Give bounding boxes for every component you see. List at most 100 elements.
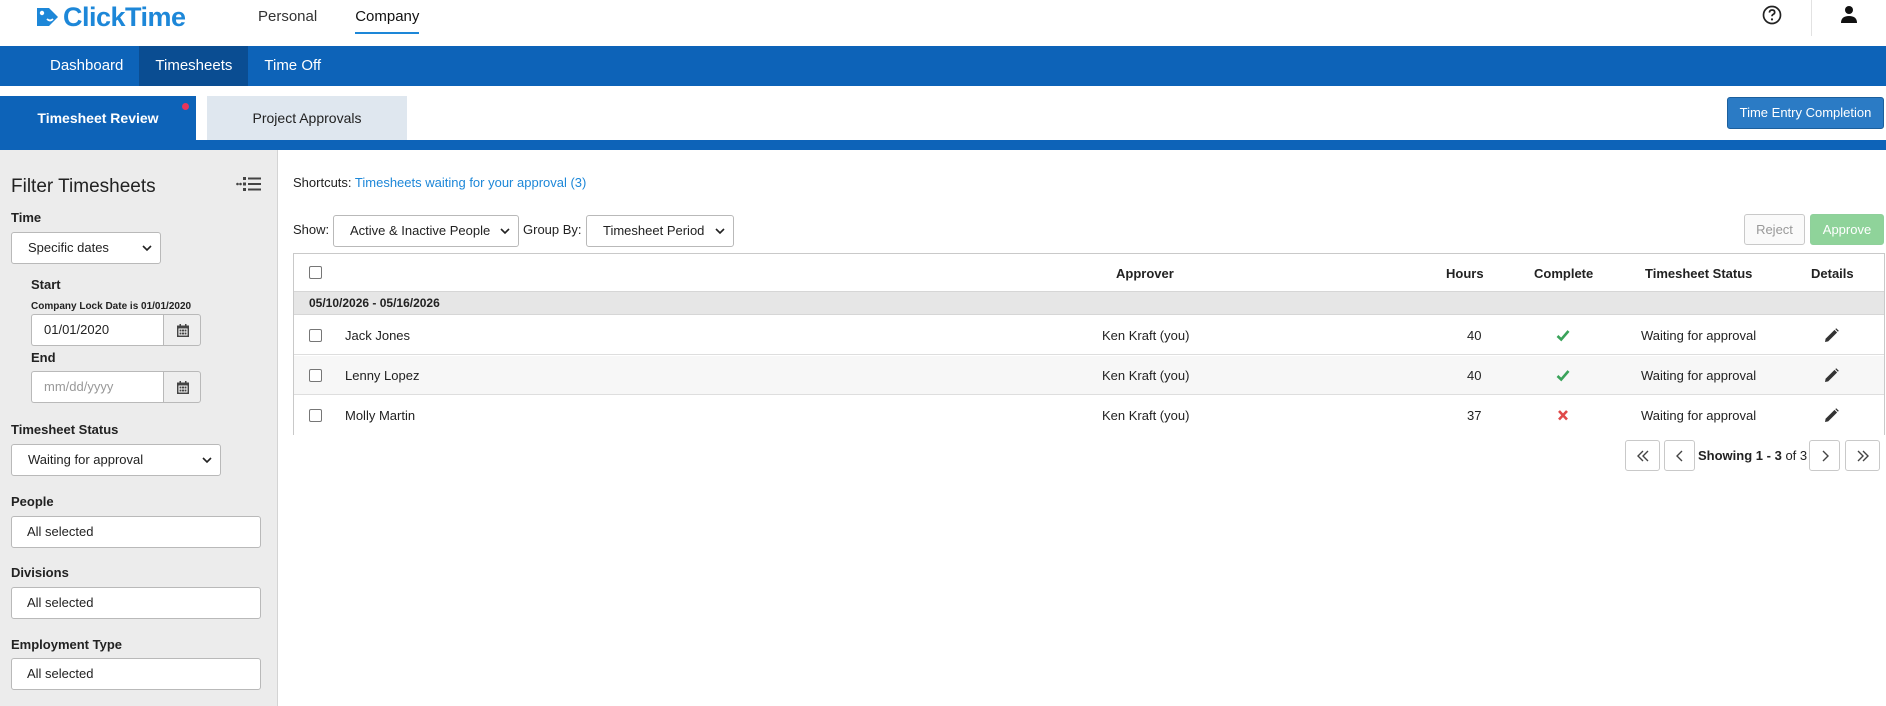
group-by-select-value: Timesheet Period — [603, 223, 705, 238]
col-details: Details — [1811, 266, 1854, 281]
lock-date-note: Company Lock Date is 01/01/2020 — [31, 301, 192, 312]
table-row: Jack Jones Ken Kraft (you) 40 Waiting fo… — [294, 316, 1884, 355]
pencil-icon[interactable] — [1824, 328, 1839, 343]
shortcuts: Shortcuts: Timesheets waiting for your a… — [293, 175, 586, 190]
filter-sidebar: Filter Timesheets Time Specific dates St… — [0, 150, 278, 706]
row-hours: 37 — [1467, 408, 1482, 423]
clicktime-logo[interactable]: ClickTime — [34, 2, 186, 32]
timesheet-status-label: Timesheet Status — [11, 422, 119, 437]
double-chevron-left-icon — [1637, 450, 1649, 462]
pagination-summary: Showing 1 - 3 of 3 — [1698, 448, 1807, 463]
group-by-select[interactable]: Timesheet Period — [586, 215, 734, 247]
row-approver: Ken Kraft (you) — [1102, 408, 1190, 423]
show-select[interactable]: Active & Inactive People — [333, 215, 519, 247]
period-group-label: 05/10/2026 - 05/16/2026 — [309, 296, 440, 310]
col-complete[interactable]: Complete — [1534, 266, 1593, 281]
top-nav: Personal Company — [258, 0, 457, 46]
start-date-input[interactable]: 01/01/2020 — [31, 314, 163, 346]
calendar-icon — [177, 324, 189, 337]
row-approver: Ken Kraft (you) — [1102, 368, 1190, 383]
nav-timesheets[interactable]: Timesheets — [139, 46, 249, 86]
tab-project-approvals[interactable]: Project Approvals — [207, 96, 407, 140]
top-header: ClickTime Personal Company — [0, 0, 1886, 46]
tab-timesheet-review[interactable]: Timesheet Review — [0, 96, 196, 140]
time-label: Time — [11, 210, 42, 225]
row-checkbox[interactable] — [309, 329, 322, 342]
user-icon[interactable] — [1840, 5, 1858, 24]
end-calendar-button[interactable] — [163, 371, 201, 403]
col-hours[interactable]: Hours — [1446, 266, 1484, 281]
logo-tag-icon — [34, 5, 60, 29]
row-hours: 40 — [1467, 368, 1482, 383]
table-header: Approver Hours Complete Timesheet Status… — [294, 254, 1884, 292]
reject-button[interactable]: Reject — [1744, 214, 1805, 245]
first-page-button[interactable] — [1625, 440, 1660, 471]
show-label: Show: — [293, 222, 330, 237]
row-person-name[interactable]: Lenny Lopez — [345, 368, 419, 383]
question-circle-icon[interactable] — [1762, 5, 1782, 25]
nav-dashboard[interactable]: Dashboard — [34, 46, 139, 86]
chevron-down-icon — [500, 228, 510, 235]
sub-tabs: Timesheet Review Project Approvals Time … — [0, 86, 1886, 140]
timesheet-table: Approver Hours Complete Timesheet Status… — [293, 253, 1885, 435]
col-timesheet-status[interactable]: Timesheet Status — [1645, 266, 1752, 281]
row-checkbox[interactable] — [309, 369, 322, 382]
time-select-value: Specific dates — [28, 240, 109, 255]
row-person-name[interactable]: Jack Jones — [345, 328, 410, 343]
start-calendar-button[interactable] — [163, 314, 201, 346]
time-select[interactable]: Specific dates — [11, 232, 161, 264]
end-label: End — [31, 350, 56, 365]
nav-time-off[interactable]: Time Off — [248, 46, 337, 86]
shortcut-waiting-approval-link[interactable]: Timesheets waiting for your approval (3) — [355, 175, 586, 190]
double-chevron-right-icon — [1857, 450, 1869, 462]
tab-underline-strip — [0, 140, 1886, 150]
pencil-icon[interactable] — [1824, 408, 1839, 423]
row-timesheet-status: Waiting for approval — [1641, 328, 1757, 343]
row-person-name[interactable]: Molly Martin — [345, 408, 415, 423]
calendar-icon — [177, 381, 189, 394]
table-row: Molly Martin Ken Kraft (you) 37 Waiting … — [294, 396, 1884, 435]
logo-text: ClickTime — [63, 1, 186, 32]
people-label: People — [11, 494, 54, 509]
row-timesheet-status: Waiting for approval — [1641, 368, 1757, 383]
tab-timesheet-review-label: Timesheet Review — [37, 110, 159, 126]
divisions-multiselect[interactable]: All selected — [11, 587, 261, 619]
period-group-row: 05/10/2026 - 05/16/2026 — [294, 292, 1884, 315]
timesheet-status-select[interactable]: Waiting for approval — [11, 444, 221, 476]
check-icon — [1556, 370, 1570, 382]
row-checkbox[interactable] — [309, 409, 322, 422]
approve-button[interactable]: Approve — [1810, 214, 1884, 245]
notification-dot — [182, 103, 189, 110]
pencil-icon[interactable] — [1824, 368, 1839, 383]
chevron-left-icon — [1676, 450, 1683, 462]
top-nav-company[interactable]: Company — [355, 0, 420, 34]
people-multiselect[interactable]: All selected — [11, 516, 261, 548]
main-nav: Dashboard Timesheets Time Off — [0, 46, 1886, 86]
next-page-button[interactable] — [1809, 440, 1840, 471]
chevron-right-icon — [1822, 450, 1829, 462]
chevron-down-icon — [202, 457, 212, 464]
collapse-list-icon[interactable] — [236, 176, 261, 192]
row-timesheet-status: Waiting for approval — [1641, 408, 1757, 423]
employment-type-multiselect[interactable]: All selected — [11, 658, 261, 690]
chevron-down-icon — [142, 245, 152, 252]
pagination-range: 1 - 3 — [1755, 448, 1782, 463]
select-all-checkbox[interactable] — [309, 266, 322, 279]
start-label: Start — [31, 277, 61, 292]
pagination-prefix: Showing — [1698, 448, 1753, 463]
employment-type-label: Employment Type — [11, 637, 123, 652]
timesheet-status-select-value: Waiting for approval — [28, 452, 144, 467]
group-by-label: Group By: — [523, 222, 582, 237]
chevron-down-icon — [715, 228, 725, 235]
pagination-total: of 3 — [1785, 448, 1808, 463]
last-page-button[interactable] — [1845, 440, 1880, 471]
cross-icon — [1558, 410, 1568, 421]
top-nav-personal[interactable]: Personal — [258, 0, 317, 34]
prev-page-button[interactable] — [1664, 440, 1695, 471]
col-approver[interactable]: Approver — [1116, 266, 1174, 281]
time-entry-completion-button[interactable]: Time Entry Completion — [1727, 97, 1884, 129]
check-icon — [1556, 330, 1570, 342]
divisions-label: Divisions — [11, 565, 69, 580]
end-date-input[interactable]: mm/dd/yyyy — [31, 371, 163, 403]
shortcuts-label: Shortcuts: — [293, 175, 352, 190]
